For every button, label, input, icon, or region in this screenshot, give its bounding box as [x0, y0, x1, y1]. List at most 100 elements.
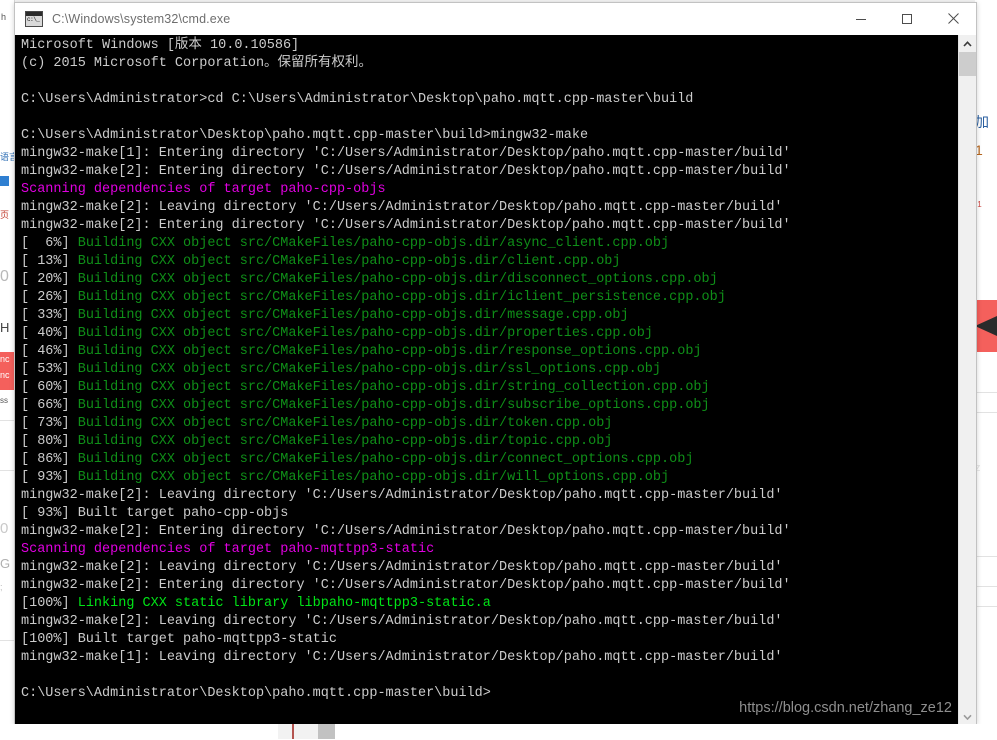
console-line: [100%] Linking CXX static library libpah…	[21, 595, 958, 613]
console-line-text: C:\Users\Administrator>cd C:\Users\Admin…	[21, 92, 694, 107]
console-line: (c) 2015 Microsoft Corporation。保留所有权利。	[21, 55, 958, 73]
horizontal-scrollbar-mark	[292, 724, 294, 739]
console-line-text: Building CXX object src/CMakeFiles/paho-…	[77, 326, 653, 341]
console-line: C:\Users\Administrator>cd C:\Users\Admin…	[21, 91, 958, 109]
console-line: Scanning dependencies of target paho-cpp…	[21, 181, 958, 199]
background-right-column: 加 1 :1 z	[975, 0, 997, 740]
console-progress-prefix: [ 26%]	[21, 290, 78, 305]
console-line-text	[21, 110, 29, 125]
console-line: mingw32-make[2]: Entering directory 'C:/…	[21, 523, 958, 541]
console-line: [ 33%] Building CXX object src/CMakeFile…	[21, 307, 958, 325]
console-line-text: Building CXX object src/CMakeFiles/paho-…	[77, 254, 621, 269]
console-line-text: Building CXX object src/CMakeFiles/paho-…	[77, 452, 694, 467]
console-line-text: mingw32-make[2]: Entering directory 'C:/…	[21, 218, 791, 233]
console-progress-prefix: [ 60%]	[21, 380, 78, 395]
console-line: Microsoft Windows [版本 10.0.10586]	[21, 37, 958, 55]
bg-fragment-num: 0	[0, 268, 9, 285]
console-line: [ 53%] Building CXX object src/CMakeFile…	[21, 361, 958, 379]
bg-right-divider-2	[975, 412, 997, 413]
window-title-bar[interactable]: C:\Windows\system32\cmd.exe	[15, 3, 976, 35]
console-line-text: Scanning dependencies of target paho-cpp…	[21, 182, 386, 197]
console-line: mingw32-make[2]: Entering directory 'C:/…	[21, 577, 958, 595]
console-progress-prefix: [ 6%]	[21, 236, 78, 251]
console-line-text: Building CXX object src/CMakeFiles/paho-…	[77, 308, 629, 323]
console-progress-prefix: [ 13%]	[21, 254, 78, 269]
bg-divider-1	[0, 420, 14, 421]
console-line-text: Building CXX object src/CMakeFiles/paho-…	[77, 434, 613, 449]
background-left-column: h 语言 页 0 H nc nc ss 0 G ;	[0, 0, 15, 740]
console-line-text: C:\Users\Administrator\Desktop\paho.mqtt…	[21, 686, 491, 701]
console-line: [ 20%] Building CXX object src/CMakeFile…	[21, 271, 958, 289]
console-line-text	[21, 74, 29, 89]
console-line: [ 66%] Building CXX object src/CMakeFile…	[21, 397, 958, 415]
chevron-up-icon[interactable]	[959, 35, 976, 52]
console-line-text: Building CXX object src/CMakeFiles/paho-…	[77, 470, 670, 485]
bg-fragment-nc1: nc	[0, 354, 10, 364]
console-line-text: C:\Users\Administrator\Desktop\paho.mqtt…	[21, 128, 589, 143]
console-progress-prefix: [ 40%]	[21, 326, 78, 341]
maximize-button[interactable]	[884, 3, 930, 34]
console-output[interactable]: Microsoft Windows [版本 10.0.10586] (c) 201…	[15, 35, 958, 725]
console-line: [ 86%] Building CXX object src/CMakeFile…	[21, 451, 958, 469]
console-line: [ 26%] Building CXX object src/CMakeFile…	[21, 289, 958, 307]
bg-right-divider-4	[975, 586, 997, 587]
console-line-text: mingw32-make[1]: Entering directory 'C:/…	[21, 146, 791, 161]
console-line: [ 93%] Building CXX object src/CMakeFile…	[21, 469, 958, 487]
console-progress-prefix: [ 73%]	[21, 416, 78, 431]
console-line-text: mingw32-make[2]: Entering directory 'C:/…	[21, 164, 791, 179]
scrollbar-thumb[interactable]	[959, 52, 976, 76]
chevron-down-icon[interactable]	[959, 708, 976, 725]
bg-fragment-h: h	[1, 12, 7, 22]
console-line: [ 6%] Building CXX object src/CMakeFiles…	[21, 235, 958, 253]
console-line: mingw32-make[1]: Leaving directory 'C:/U…	[21, 649, 958, 667]
bg-fragment-gv: G	[0, 556, 11, 571]
close-button[interactable]	[930, 3, 976, 34]
console-line-text: mingw32-make[1]: Leaving directory 'C:/U…	[21, 650, 783, 665]
console-line-text: Building CXX object src/CMakeFiles/paho-…	[77, 236, 670, 251]
console-line-text: Building CXX object src/CMakeFiles/paho-…	[77, 362, 662, 377]
cmd-window: C:\Windows\system32\cmd.exe	[14, 2, 977, 725]
console-line: mingw32-make[2]: Leaving directory 'C:/U…	[21, 559, 958, 577]
console-progress-prefix: [ 93%]	[21, 470, 78, 485]
bg-fragment-ss: ss	[0, 396, 8, 405]
console-line	[21, 73, 958, 91]
console-line: mingw32-make[1]: Entering directory 'C:/…	[21, 145, 958, 163]
bg-right-divider-1	[975, 392, 997, 393]
console-line-text: [ 93%] Built target paho-cpp-objs	[21, 506, 289, 521]
console-line: mingw32-make[2]: Leaving directory 'C:/U…	[21, 487, 958, 505]
console-line-text: mingw32-make[2]: Leaving directory 'C:/U…	[21, 200, 783, 215]
window-title: C:\Windows\system32\cmd.exe	[52, 11, 231, 26]
console-line: Scanning dependencies of target paho-mqt…	[21, 541, 958, 559]
console-line: C:\Users\Administrator\Desktop\paho.mqtt…	[21, 127, 958, 145]
bottom-strip	[0, 724, 997, 740]
minimize-button[interactable]	[838, 3, 884, 34]
console-progress-prefix: [ 86%]	[21, 452, 78, 467]
bg-fragment-h2: H	[0, 320, 10, 335]
console-line: [ 73%] Building CXX object src/CMakeFile…	[21, 415, 958, 433]
cmd-console-icon	[25, 10, 43, 27]
console-progress-prefix: [ 66%]	[21, 398, 78, 413]
bg-fragment-num2: 0	[0, 520, 9, 537]
console-line-text: (c) 2015 Microsoft Corporation。保留所有权利。	[21, 56, 373, 71]
bg-fragment-lang: 语言	[0, 152, 14, 162]
console-progress-prefix: [ 80%]	[21, 434, 78, 449]
console-line-text	[21, 668, 29, 683]
console-line-text: [100%] Built target paho-mqttpp3-static	[21, 632, 337, 647]
horizontal-scrollbar-thumb[interactable]	[318, 724, 335, 739]
bg-divider-3	[0, 640, 14, 641]
console-progress-prefix: [ 33%]	[21, 308, 78, 323]
console-progress-prefix: [ 20%]	[21, 272, 78, 287]
console-progress-prefix: [ 53%]	[21, 362, 78, 377]
console-line: [ 13%] Building CXX object src/CMakeFile…	[21, 253, 958, 271]
bg-right-divider-5	[975, 606, 997, 607]
bg-fragment-page: 页	[0, 210, 10, 220]
console-line	[21, 109, 958, 127]
console-line-text: Scanning dependencies of target paho-mqt…	[21, 542, 435, 557]
vertical-scrollbar[interactable]	[958, 35, 976, 725]
console-line-text: Building CXX object src/CMakeFiles/paho-…	[77, 290, 726, 305]
console-line-text: mingw32-make[2]: Entering directory 'C:/…	[21, 578, 791, 593]
console-line-text: Building CXX object src/CMakeFiles/paho-…	[77, 380, 710, 395]
console-line-text: Building CXX object src/CMakeFiles/paho-…	[77, 416, 613, 431]
console-line: [ 40%] Building CXX object src/CMakeFile…	[21, 325, 958, 343]
console-line-text: Building CXX object src/CMakeFiles/paho-…	[77, 344, 702, 359]
